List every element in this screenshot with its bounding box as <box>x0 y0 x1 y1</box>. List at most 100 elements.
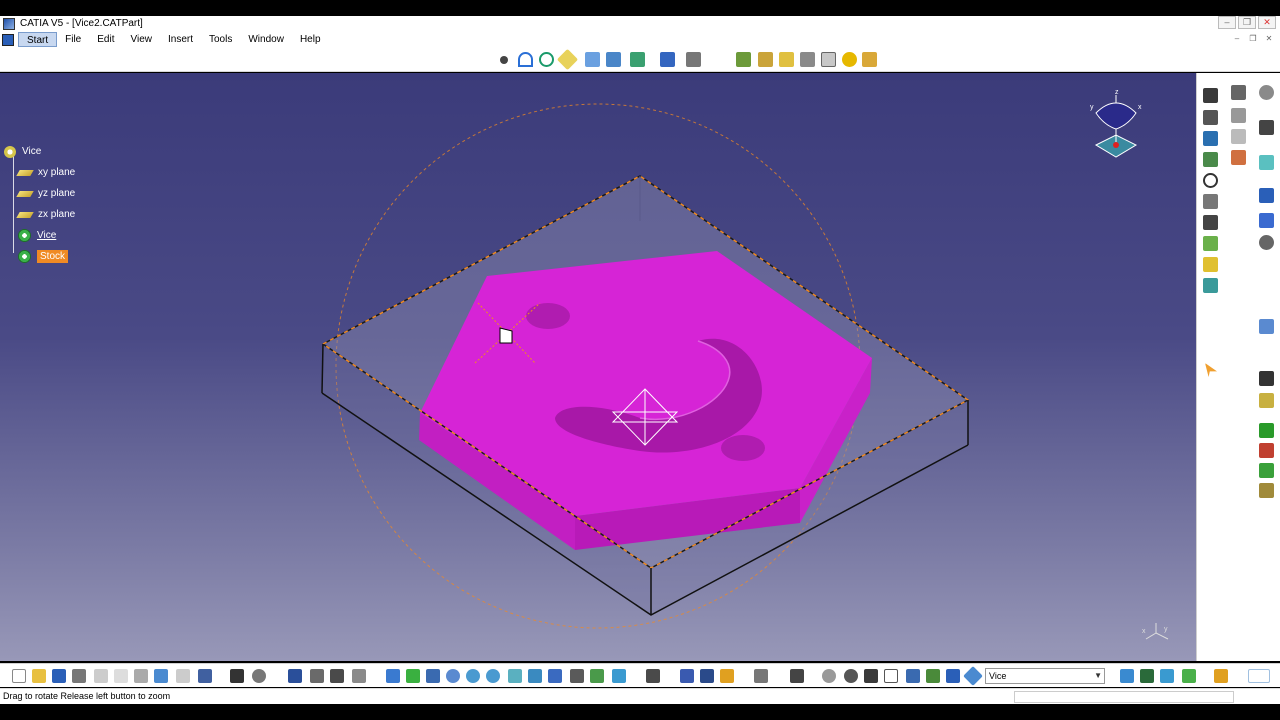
cycle-icon[interactable] <box>822 669 836 683</box>
pad-icon[interactable] <box>585 52 600 67</box>
measure-item-icon[interactable] <box>926 669 940 683</box>
circle-icon[interactable] <box>539 52 554 67</box>
catalog-icon[interactable] <box>1120 669 1134 683</box>
pan-icon[interactable] <box>426 669 440 683</box>
text-icon[interactable] <box>1231 108 1246 123</box>
menu-insert[interactable]: Insert <box>160 32 201 47</box>
pocket-icon[interactable] <box>1203 152 1218 167</box>
pattern-icon[interactable] <box>1259 188 1274 203</box>
tree-item-yz-plane[interactable]: yz plane <box>4 183 164 204</box>
table-icon[interactable] <box>288 669 302 683</box>
transform-icon[interactable] <box>862 52 877 67</box>
globe-icon[interactable] <box>844 669 858 683</box>
axis-system-icon[interactable] <box>842 52 857 67</box>
assemble-icon[interactable] <box>1259 483 1274 498</box>
line-icon[interactable] <box>1259 371 1274 386</box>
formula-icon[interactable] <box>230 669 244 683</box>
tree-icon[interactable] <box>330 669 344 683</box>
document-icon[interactable] <box>2 33 14 46</box>
tree-body-label-selected[interactable]: Stock <box>37 250 69 263</box>
undo-icon[interactable] <box>154 669 168 683</box>
print-icon[interactable] <box>72 669 86 683</box>
power-input-icon[interactable] <box>1182 669 1196 683</box>
frame-icon[interactable] <box>1259 319 1274 334</box>
zoom-in-icon[interactable] <box>466 669 480 683</box>
measure-between-icon[interactable] <box>906 669 920 683</box>
surface-icon[interactable] <box>1259 155 1274 170</box>
tree-item-stock-body[interactable]: Stock <box>4 246 164 267</box>
doc-minimize-button[interactable]: – <box>1230 33 1244 45</box>
compass-widget[interactable]: z x y <box>1088 85 1148 169</box>
menu-help[interactable]: Help <box>292 32 329 47</box>
workbench-icon[interactable] <box>1160 669 1174 683</box>
graph-icon[interactable] <box>310 669 324 683</box>
tree-plane-label[interactable]: xy plane <box>38 167 75 178</box>
extrude-icon[interactable] <box>736 52 751 67</box>
tree-item-zx-plane[interactable]: zx plane <box>4 204 164 225</box>
grid-icon[interactable] <box>1259 213 1274 228</box>
knowledge-icon[interactable] <box>352 669 366 683</box>
menu-edit[interactable]: Edit <box>89 32 122 47</box>
3d-viewport[interactable]: Vice xy plane yz plane zx plane Vice Sto… <box>0 73 1196 661</box>
tree-body-label[interactable]: Vice <box>37 230 56 241</box>
point-icon[interactable] <box>500 56 508 64</box>
menu-start[interactable]: Start <box>18 32 58 47</box>
minimize-button[interactable]: – <box>1218 16 1236 29</box>
axis-icon[interactable] <box>864 669 878 683</box>
swap-space-icon[interactable] <box>612 669 626 683</box>
new-file-icon[interactable] <box>12 669 26 683</box>
pad-icon[interactable] <box>1203 131 1218 146</box>
fit-all-icon[interactable] <box>406 669 420 683</box>
doc-close-button[interactable]: ✕ <box>1262 33 1276 45</box>
material-icon[interactable] <box>1231 150 1246 165</box>
hide-show-icon[interactable] <box>590 669 604 683</box>
restore-button[interactable]: ❐ <box>1238 16 1256 29</box>
search-icon[interactable] <box>252 669 266 683</box>
camera-icon[interactable] <box>754 669 768 683</box>
rotate-icon[interactable] <box>446 669 460 683</box>
save-icon[interactable] <box>52 669 66 683</box>
snap-icon[interactable] <box>1259 235 1274 250</box>
copy-icon[interactable] <box>114 669 128 683</box>
cut-icon[interactable] <box>94 669 108 683</box>
sweep-icon[interactable] <box>779 52 794 67</box>
paste-icon[interactable] <box>134 669 148 683</box>
select-arrow-icon[interactable] <box>1205 363 1217 377</box>
menu-file[interactable]: File <box>57 32 89 47</box>
rib-icon[interactable] <box>1203 194 1218 209</box>
body-icon[interactable] <box>1259 423 1274 438</box>
fly-mode-icon[interactable] <box>386 669 400 683</box>
hole-icon[interactable] <box>1203 173 1218 188</box>
menu-tools[interactable]: Tools <box>201 32 240 47</box>
open-folder-icon[interactable] <box>32 669 46 683</box>
draft-icon[interactable] <box>1203 278 1218 293</box>
normal-view-icon[interactable] <box>508 669 522 683</box>
command-input[interactable] <box>1014 691 1234 703</box>
settings-icon[interactable] <box>1259 85 1274 100</box>
remove-icon[interactable] <box>1259 443 1274 458</box>
tree-plane-label[interactable]: yz plane <box>38 188 75 199</box>
slot-icon[interactable] <box>1203 215 1218 230</box>
help-icon[interactable] <box>198 669 212 683</box>
close-button[interactable]: ✕ <box>1258 16 1276 29</box>
measure-icon[interactable] <box>660 52 675 67</box>
spline-icon[interactable] <box>518 52 533 67</box>
tools-icon[interactable] <box>1214 669 1228 683</box>
multi-view-icon[interactable] <box>528 669 542 683</box>
doc-restore-button[interactable]: ❐ <box>1246 33 1260 45</box>
lock-icon[interactable] <box>720 669 734 683</box>
plane-icon[interactable] <box>556 48 579 71</box>
join-icon[interactable] <box>821 52 836 67</box>
annotation-icon[interactable] <box>1231 85 1246 100</box>
tree-item-root[interactable]: Vice <box>4 141 164 162</box>
zoom-out-icon[interactable] <box>486 669 500 683</box>
current-body-select[interactable]: Vice ▼ <box>985 668 1105 684</box>
positioned-sketch-icon[interactable] <box>1203 110 1218 125</box>
tree-root-label[interactable]: Vice <box>22 146 41 157</box>
apply-material-icon[interactable] <box>963 666 983 686</box>
split-icon[interactable] <box>800 52 815 67</box>
part-geometry[interactable] <box>0 73 1196 661</box>
define-work-object-icon[interactable] <box>700 669 714 683</box>
revolve-icon[interactable] <box>758 52 773 67</box>
scan-icon[interactable] <box>680 669 694 683</box>
